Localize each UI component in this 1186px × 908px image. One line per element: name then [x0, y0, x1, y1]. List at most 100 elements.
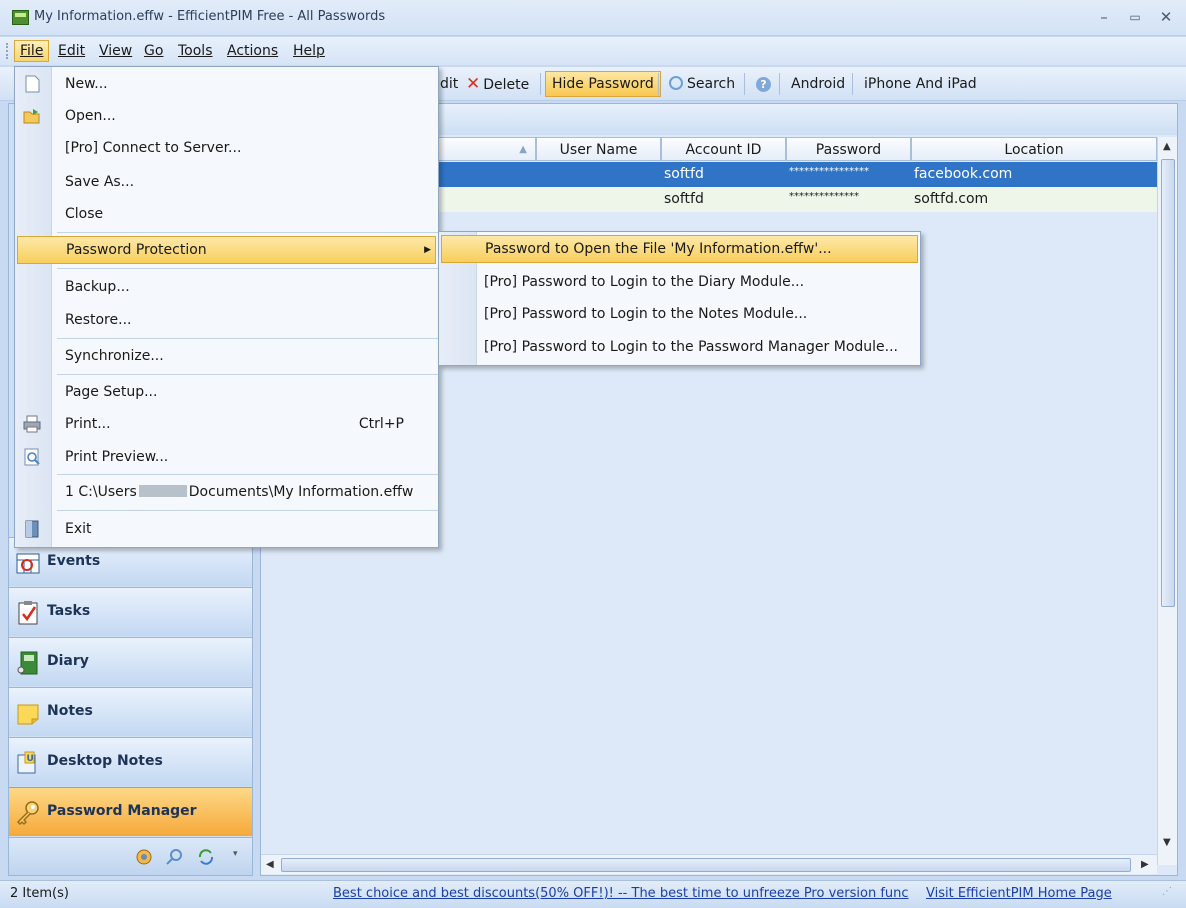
nav-diary[interactable]: Diary [9, 637, 252, 686]
menu-separator [57, 474, 438, 475]
menu-separator [57, 510, 438, 511]
close-button[interactable]: ✕ [1154, 6, 1178, 28]
print-shortcut: Ctrl+P [358, 416, 404, 432]
menu-tools[interactable]: Tools [173, 40, 218, 62]
iphone-ipad-button[interactable]: iPhone And iPad [858, 71, 983, 97]
nav-desktop-notes[interactable]: U Desktop Notes [9, 737, 252, 786]
menu-item-close[interactable]: Close [17, 200, 436, 228]
nav-search-small-icon[interactable] [165, 848, 183, 866]
cell-user-name [536, 187, 661, 212]
menu-item-page-setup[interactable]: Page Setup... [17, 378, 436, 406]
help-icon: ? [756, 77, 771, 92]
menubar-grip [6, 43, 9, 59]
print-preview-icon [24, 448, 40, 466]
scroll-left-arrow-icon[interactable]: ◀ [266, 859, 274, 870]
vertical-scrollbar[interactable]: ▲ ▼ [1157, 137, 1177, 865]
item-count: 2 Item(s) [10, 886, 69, 901]
menu-item-print-preview[interactable]: Print Preview... [17, 443, 436, 471]
sticky-note-icon [17, 704, 39, 725]
search-button[interactable]: Search [663, 71, 741, 97]
recent-file-suffix: Documents\My Information.effw [188, 484, 414, 500]
search-icon [669, 76, 683, 90]
toolbar-separator [744, 73, 745, 95]
home-page-link[interactable]: Visit EfficientPIM Home Page [926, 886, 1112, 901]
submenu-item-password-manager[interactable]: [Pro] Password to Login to the Password … [441, 333, 918, 361]
submenu-item-password-open-file[interactable]: Password to Open the File 'My Informatio… [441, 235, 918, 263]
menu-item-backup[interactable]: Backup... [17, 273, 436, 301]
cell-user-name [536, 162, 661, 187]
window-title: My Information.effw - EfficientPIM Free … [34, 9, 386, 24]
menu-item-restore[interactable]: Restore... [17, 306, 436, 334]
menu-item-connect-server[interactable]: [Pro] Connect to Server... [17, 134, 436, 162]
vertical-scroll-thumb[interactable] [1161, 159, 1175, 607]
menu-item-save-as[interactable]: Save As... [17, 168, 436, 196]
svg-text:U: U [27, 754, 34, 764]
toolbar-separator [540, 73, 541, 95]
nav-events-label: Events [47, 553, 101, 569]
menu-item-synchronize[interactable]: Synchronize... [17, 342, 436, 370]
menu-item-print[interactable]: Print... Ctrl+P [17, 410, 436, 438]
column-header-account-id[interactable]: Account ID [661, 137, 786, 161]
sort-column-header[interactable]: ▲ [438, 137, 536, 161]
nav-diary-label: Diary [47, 653, 89, 669]
nav-notes-label: Notes [47, 703, 93, 719]
nav-desktop-notes-label: Desktop Notes [47, 753, 163, 769]
delete-button[interactable]: ✕ Delete [460, 71, 535, 97]
column-header-user-name[interactable]: User Name [536, 137, 661, 161]
hide-password-button[interactable]: Hide Password [545, 71, 661, 97]
menu-file[interactable]: File [14, 40, 50, 62]
menu-separator [57, 374, 438, 375]
table-row[interactable]: softfd **************** facebook.com [438, 162, 1157, 187]
cell-account-id: softfd [664, 166, 704, 182]
menu-actions[interactable]: Actions [222, 40, 283, 62]
menu-item-open[interactable]: Open... [17, 102, 436, 130]
nav-tasks-label: Tasks [47, 603, 91, 619]
submenu-item-password-notes[interactable]: [Pro] Password to Login to the Notes Mod… [441, 300, 918, 328]
clipboard-check-icon [18, 601, 38, 625]
nav-configure-chevron-icon[interactable]: ▾ [233, 849, 238, 859]
toolbar-separator [852, 73, 853, 95]
table-row[interactable]: softfd ************** softfd.com [438, 187, 1157, 212]
scroll-up-arrow-icon[interactable]: ▲ [1163, 141, 1171, 152]
cell-location: facebook.com [914, 166, 1013, 182]
desktop-note-icon: U [17, 751, 36, 774]
nav-tasks[interactable]: Tasks [9, 587, 252, 636]
menu-item-exit[interactable]: Exit [17, 515, 436, 543]
menu-go[interactable]: Go [139, 40, 168, 62]
resize-grip[interactable]: ⋰ [1162, 886, 1172, 897]
menu-item-recent-file[interactable]: 1 C:\Users Documents\My Information.effw [17, 478, 436, 506]
column-header-password[interactable]: Password [786, 137, 911, 161]
redacted-username [138, 485, 187, 497]
file-menu: New... Open... [Pro] Connect to Server..… [14, 66, 439, 548]
maximize-button[interactable]: ▭ [1123, 6, 1147, 28]
menu-item-new[interactable]: New... [17, 70, 436, 98]
menu-help[interactable]: Help [288, 40, 330, 62]
column-header-location[interactable]: Location [911, 137, 1157, 161]
nav-password-manager[interactable]: Password Manager [9, 787, 252, 836]
calendar-icon [16, 553, 40, 574]
help-button[interactable]: ? [750, 71, 777, 97]
promo-link[interactable]: Best choice and best discounts(50% OFF!)… [333, 886, 909, 901]
menu-item-password-protection[interactable]: Password Protection ▶ [17, 236, 436, 264]
nav-password-manager-label: Password Manager [47, 803, 197, 819]
cell-account-id: softfd [664, 191, 704, 207]
minimize-button[interactable]: – [1092, 6, 1116, 28]
cell-password: **************** [789, 166, 869, 177]
toolbar-separator [658, 73, 659, 95]
submenu-item-password-diary[interactable]: [Pro] Password to Login to the Diary Mod… [441, 268, 918, 296]
delete-icon: ✕ [466, 74, 481, 94]
menu-edit[interactable]: Edit [53, 40, 90, 62]
app-icon [12, 10, 29, 25]
status-bar: 2 Item(s) Best choice and best discounts… [0, 880, 1186, 908]
scroll-down-arrow-icon[interactable]: ▼ [1163, 837, 1171, 848]
nav-notes[interactable]: Notes [9, 687, 252, 736]
android-button[interactable]: Android [785, 71, 851, 97]
horizontal-scrollbar[interactable]: ◀ ▶ [261, 854, 1157, 874]
scroll-right-arrow-icon[interactable]: ▶ [1141, 859, 1149, 870]
nav-events-small-icon[interactable] [135, 848, 153, 866]
nav-sync-small-icon[interactable] [197, 848, 215, 866]
password-protection-submenu: Password to Open the File 'My Informatio… [438, 231, 921, 366]
menu-view[interactable]: View [94, 40, 137, 62]
horizontal-scroll-thumb[interactable] [281, 858, 1131, 872]
delete-label: Delete [483, 77, 530, 93]
